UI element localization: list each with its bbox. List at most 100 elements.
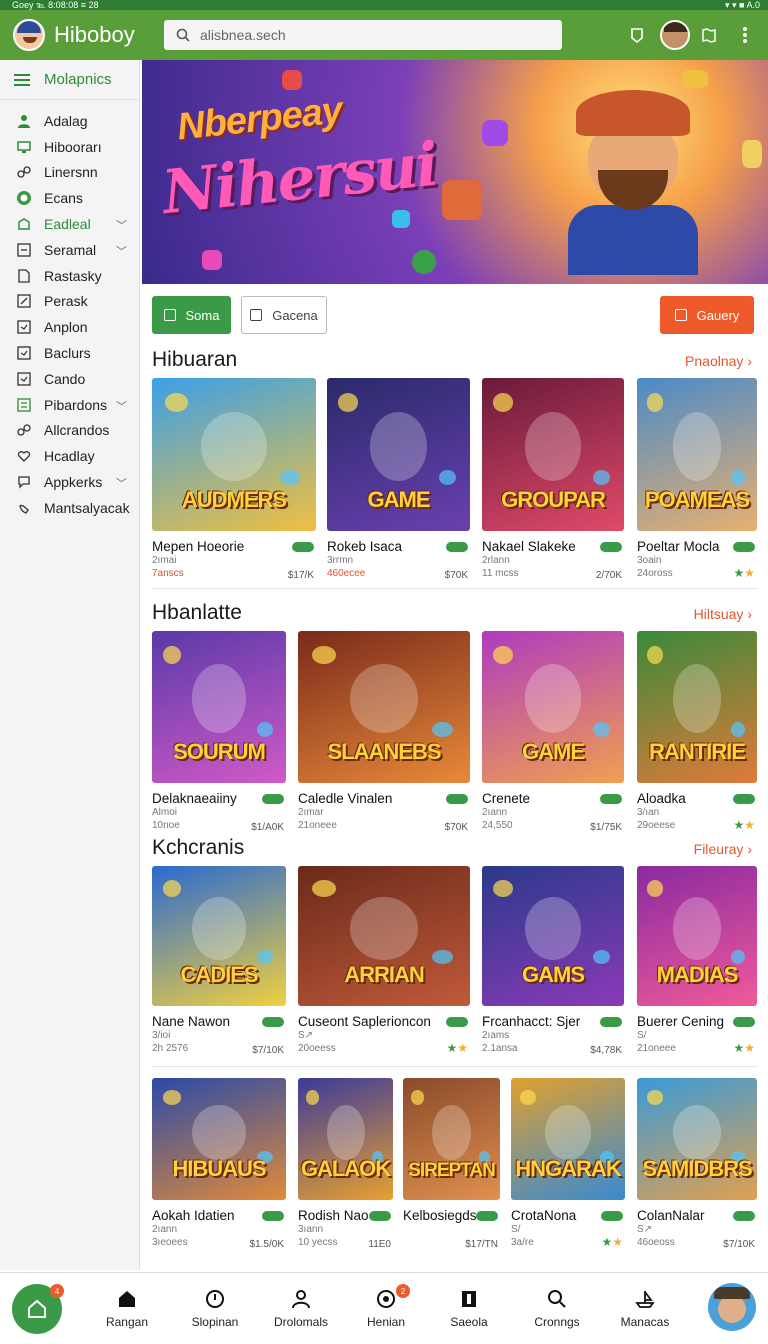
- game-thumbnail[interactable]: RANTIRIE: [637, 631, 757, 783]
- game-card[interactable]: SIREPTAN Kelbosiegds $17/TN: [403, 1078, 500, 1251]
- game-thumbnail[interactable]: GAMS: [482, 866, 624, 1006]
- more-icon[interactable]: [732, 22, 758, 48]
- sidebar-item-linersnn[interactable]: Linersnn: [0, 160, 139, 186]
- game-thumbnail[interactable]: SLAANEBS: [298, 631, 470, 783]
- game-thumbnail[interactable]: GALAOK: [298, 1078, 393, 1200]
- app-logo[interactable]: [13, 19, 45, 51]
- rating-pill: [262, 1211, 284, 1221]
- game-thumbnail[interactable]: GROUPAR: [482, 378, 624, 531]
- nav-item-slopinan[interactable]: Slopinan: [175, 1287, 255, 1329]
- section-link[interactable]: Pnaolnay ›: [685, 353, 752, 369]
- game-card[interactable]: GAMS Frcanhacct: Sjer 2ıams 2.1ansa $4,78K: [482, 866, 624, 1057]
- sidebar-item-adalag[interactable]: Adalag: [0, 108, 139, 134]
- game-card[interactable]: POAMEAS Poeltar Mocla 3oain 24oross ★★: [637, 378, 757, 582]
- game-card[interactable]: ARRIAN Cuseont Saplerioncon S↗ 20oeess ★★: [298, 866, 470, 1057]
- menu-icon[interactable]: [14, 73, 30, 87]
- game-subtitle: 2ımar: [298, 807, 324, 818]
- sidebar-item-label: Pibardons: [44, 396, 108, 413]
- chevron-down-icon[interactable]: ﹀: [116, 398, 127, 414]
- nav-item-henian[interactable]: Henian: [346, 1287, 426, 1329]
- nav-item-label: Cronngs: [534, 1315, 580, 1329]
- sidebar-item-cando[interactable]: Cando: [0, 366, 139, 392]
- sidebar-header[interactable]: Molapnics: [0, 60, 139, 100]
- game-card[interactable]: CADIES Nane Nawon 3/ioi 2h 2576 $7/10K: [152, 866, 286, 1057]
- sidebar-item-hiboorarı[interactable]: Hiboorarı: [0, 134, 139, 160]
- search-value: alisbnea.sech: [200, 27, 286, 43]
- rating-pill: [446, 542, 468, 552]
- game-thumbnail[interactable]: ARRIAN: [298, 866, 470, 1006]
- rating-pill: [600, 1017, 622, 1027]
- sidebar-item-eadleal[interactable]: Eadleal ﹀: [0, 211, 139, 237]
- game-thumbnail[interactable]: SAMIDBRS: [637, 1078, 757, 1200]
- shield-icon[interactable]: [624, 22, 650, 48]
- chevron-down-icon[interactable]: ﹀: [116, 243, 127, 259]
- game-card[interactable]: SOURUM Delaknaeaiiny Almoi 10noe $1/A0K: [152, 631, 286, 834]
- sidebar-item-perask[interactable]: Perask: [0, 289, 139, 315]
- sidebar-item-label: Rastasky: [44, 267, 102, 284]
- search-input[interactable]: alisbnea.sech: [164, 20, 562, 50]
- section-link[interactable]: Fileuray ›: [694, 841, 752, 857]
- chevron-down-icon[interactable]: ﹀: [116, 475, 127, 491]
- game-thumbnail[interactable]: HNGARAK: [511, 1078, 625, 1200]
- game-thumbnail[interactable]: MADIAS: [637, 866, 757, 1006]
- sidebar-item-appkerks[interactable]: Appkerks ﹀: [0, 469, 139, 495]
- edit-icon: [16, 293, 32, 309]
- game-thumbnail[interactable]: SIREPTAN: [403, 1078, 500, 1200]
- tag-icon: [16, 242, 32, 258]
- game-card[interactable]: GROUPAR Nakael Slakeke 2rlann 11 mcss 2/70K: [482, 378, 624, 582]
- game-thumbnail[interactable]: GAME: [482, 631, 624, 783]
- game-card[interactable]: GALAOK Rodish Nao 3ıann 10 yecss 11E0: [298, 1078, 393, 1251]
- game-art-title: SLAANEBS: [327, 739, 441, 764]
- nav-item-manacas[interactable]: Manacas: [605, 1287, 685, 1329]
- game-thumbnail[interactable]: SOURUM: [152, 631, 286, 783]
- game-card[interactable]: SLAANEBS Caledle Vinalen 2ımar 21oneee $70K: [298, 631, 470, 834]
- rating-pill: [733, 794, 755, 804]
- hero-banner[interactable]: Nberpeay Nihersui: [142, 60, 768, 284]
- game-card[interactable]: SAMIDBRS ColanNalar S↗ 46oeoss $7/10K: [637, 1078, 757, 1251]
- nav-item-rangan[interactable]: Rangan: [87, 1287, 167, 1329]
- filter-gauery-button[interactable]: Gauery: [660, 296, 754, 334]
- checkbox-icon: [250, 309, 263, 321]
- game-art-title: GAME: [522, 739, 585, 764]
- user-avatar[interactable]: [660, 20, 690, 50]
- filter-gacena-button[interactable]: Gacena: [241, 296, 327, 334]
- nav-item-drolomals[interactable]: Drolomals: [261, 1287, 341, 1329]
- rating-pill: [733, 1211, 755, 1221]
- game-thumbnail[interactable]: POAMEAS: [637, 378, 757, 531]
- rating-pill: [369, 1211, 391, 1221]
- sidebar-item-baclurs[interactable]: Baclurs: [0, 340, 139, 366]
- game-card[interactable]: HIBUAUS Aokah Idatien 2ıann 3ıeoees $1.5/0K: [152, 1078, 286, 1251]
- rating-pill: [733, 542, 755, 552]
- sidebar-item-anplon[interactable]: Anplon: [0, 314, 139, 340]
- game-art-title: CADIES: [180, 962, 258, 987]
- game-thumbnail[interactable]: HIBUAUS: [152, 1078, 286, 1200]
- profile-avatar[interactable]: [708, 1283, 756, 1331]
- filter-soma-button[interactable]: Soma: [152, 296, 231, 334]
- game-thumbnail[interactable]: CADIES: [152, 866, 286, 1006]
- game-price: $4,78K: [590, 1045, 622, 1056]
- sidebar-item-ecans[interactable]: Ecans: [0, 185, 139, 211]
- section-link[interactable]: Hiltsuay ›: [694, 606, 752, 622]
- sidebar-item-label: Seramal: [44, 241, 97, 258]
- game-card[interactable]: AUDMERS Mepen Hoeorie 2ımai 7anscs $17/K: [152, 378, 316, 582]
- sidebar-item-pibardons[interactable]: Pibardons ﹀: [0, 392, 139, 418]
- checkbox-icon: [674, 309, 687, 321]
- sidebar-item-mantsalyacak[interactable]: Mantsalyacak: [0, 495, 139, 521]
- sidebar-item-allcrandos[interactable]: Allcrandos: [0, 418, 139, 444]
- game-card[interactable]: GAME Crenete 2ıann 24,550 $1/75K: [482, 631, 624, 834]
- game-art-title: GALAOK: [300, 1156, 391, 1181]
- game-card[interactable]: MADIAS Buerer Cening S/21oneee ★★: [637, 866, 757, 1057]
- chevron-down-icon[interactable]: ﹀: [116, 217, 127, 233]
- nav-item-saeola[interactable]: Saeola: [429, 1287, 509, 1329]
- game-card[interactable]: HNGARAK CrotaNona S/3a/re ★★: [511, 1078, 625, 1251]
- game-card[interactable]: RANTIRIE Aloadka 3/ıan 29oeese ★★: [637, 631, 757, 834]
- game-price: $17/K: [287, 570, 314, 581]
- game-card[interactable]: GAME Rokeb Isaca 3rrmn 460ecee $70K: [327, 378, 470, 582]
- sidebar-item-seramal[interactable]: Seramal ﹀: [0, 237, 139, 263]
- game-thumbnail[interactable]: AUDMERS: [152, 378, 316, 531]
- nav-item-cronngs[interactable]: Cronngs: [517, 1287, 597, 1329]
- sidebar-item-hcadlay[interactable]: Hcadlay: [0, 443, 139, 469]
- map-icon[interactable]: [696, 22, 722, 48]
- game-thumbnail[interactable]: GAME: [327, 378, 470, 531]
- sidebar-item-rastasky[interactable]: Rastasky: [0, 263, 139, 289]
